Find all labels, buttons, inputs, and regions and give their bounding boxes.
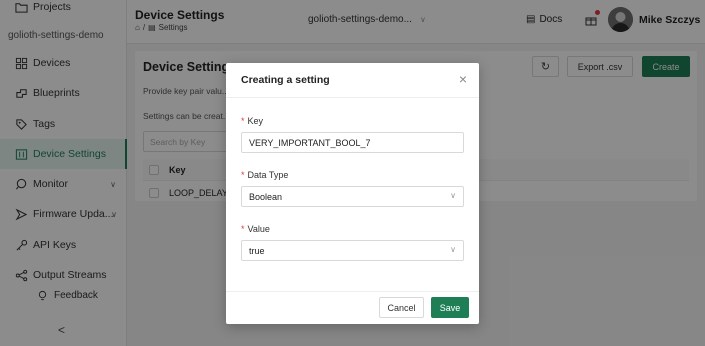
data-type-select[interactable]: Boolean ∨ <box>241 186 464 207</box>
cancel-button[interactable]: Cancel <box>379 297 424 318</box>
chevron-down-icon: ∨ <box>450 245 456 254</box>
required-marker: * <box>241 224 245 234</box>
modal-title: Creating a setting <box>241 74 330 86</box>
value-selected-value: true <box>249 246 265 256</box>
data-type-label: * Data Type <box>241 170 289 180</box>
divider <box>226 291 479 292</box>
required-marker: * <box>241 116 245 126</box>
save-button[interactable]: Save <box>431 297 469 318</box>
value-label: * Value <box>241 224 270 234</box>
value-select[interactable]: true ∨ <box>241 240 464 261</box>
required-marker: * <box>241 170 245 180</box>
key-label: * Key <box>241 116 264 126</box>
chevron-down-icon: ∨ <box>450 191 456 200</box>
data-type-selected-value: Boolean <box>249 192 283 202</box>
divider <box>226 97 479 98</box>
key-input[interactable]: VERY_IMPORTANT_BOOL_7 <box>241 132 464 153</box>
close-icon[interactable]: × <box>459 71 467 87</box>
create-setting-modal: Creating a setting × * Key VERY_IMPORTANT… <box>226 63 479 324</box>
